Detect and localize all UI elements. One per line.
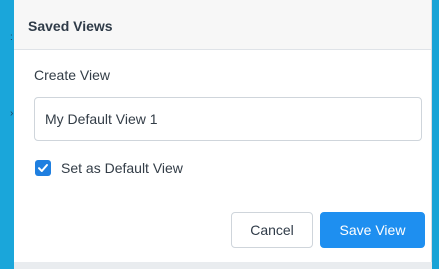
default-view-checkbox[interactable] xyxy=(35,160,51,176)
default-view-checkbox-row[interactable]: Set as Default View xyxy=(35,159,183,177)
background-glyph: : xyxy=(10,32,13,43)
background-glyph: › xyxy=(10,108,14,119)
default-view-checkbox-label: Set as Default View xyxy=(61,160,183,176)
save-view-button[interactable]: Save View xyxy=(320,212,425,248)
dialog-title: Saved Views xyxy=(28,18,113,34)
checkmark-icon xyxy=(38,164,48,172)
cancel-button[interactable]: Cancel xyxy=(231,212,313,248)
dialog-header: Saved Views xyxy=(14,0,431,50)
view-name-input[interactable] xyxy=(34,97,422,141)
create-view-label: Create View xyxy=(34,67,111,83)
saved-views-dialog: Saved Views Create View Set as Default V… xyxy=(14,0,432,264)
dialog-bottom-edge xyxy=(14,262,432,269)
